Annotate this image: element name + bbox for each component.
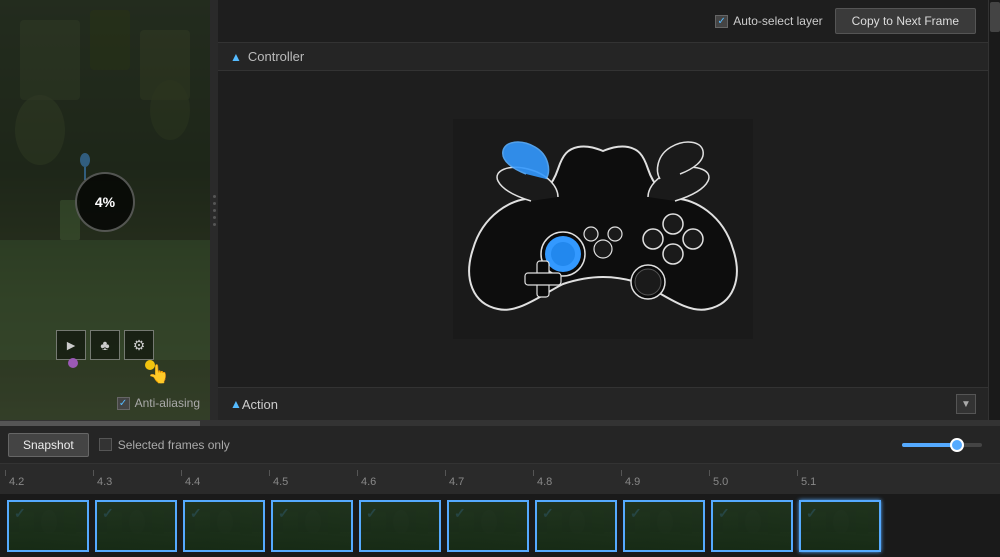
auto-select-checkbox[interactable]: ✓ — [715, 15, 728, 28]
frame-thumb-4.3: ✓ — [95, 500, 177, 552]
frame-thumb-4.2: ✓ — [7, 500, 89, 552]
icon-box-2: ♣ — [90, 330, 120, 360]
frame-thumb-5.0: ✓ — [711, 500, 793, 552]
frame-thumb-4.4: ✓ — [183, 500, 265, 552]
frame-thumb-4.6: ✓ — [359, 500, 441, 552]
main-layout: 4% ► ♣ ⚙ 👆 ✓ Anti-aliasing ✓ — [0, 0, 1000, 420]
action-section-header: ▲ Action ▼ — [218, 387, 988, 420]
ruler-mark-5.1: 5.1 — [797, 466, 885, 490]
divider-dot-5 — [213, 223, 216, 226]
selected-frames-row: Selected frames only — [99, 438, 230, 452]
ruler-mark-4.2: 4.2 — [5, 466, 93, 490]
anti-aliasing-checkbox[interactable]: ✓ — [117, 397, 130, 410]
copy-next-frame-button[interactable]: Copy to Next Frame — [835, 8, 976, 34]
snapshot-button[interactable]: Snapshot — [8, 433, 89, 457]
selected-frames-checkbox[interactable] — [99, 438, 112, 451]
mid-divider — [210, 0, 218, 420]
frame-item-4.5[interactable]: ✓ — [269, 500, 355, 552]
controller-section-header: ▲ Controller — [218, 42, 988, 71]
ruler-mark-4.9: 4.9 — [621, 466, 709, 490]
frame-item-4.4[interactable]: ✓ — [181, 500, 267, 552]
divider-dot-2 — [213, 202, 216, 205]
divider-dot-4 — [213, 216, 216, 219]
controller-section-label: Controller — [248, 49, 304, 64]
left-video-panel: 4% ► ♣ ⚙ 👆 ✓ Anti-aliasing — [0, 0, 210, 420]
divider-dot-3 — [213, 209, 216, 212]
frame-thumb-5.1: ✓ — [799, 500, 881, 552]
icon-box-3: ⚙ — [124, 330, 154, 360]
timeline-controls: Snapshot Selected frames only — [0, 426, 1000, 464]
timeline-frames: ✓ ✓ ✓ ✓ ✓ — [0, 494, 1000, 557]
timeline-zoom-slider[interactable] — [902, 443, 982, 447]
action-arrow-icon: ▲ — [230, 397, 242, 411]
timeline-marks: 4.2 4.3 4.4 4.5 4.6 4.7 4.8 4.9 5.0 5. — [0, 466, 885, 490]
slider-fill — [902, 443, 957, 447]
right-scrollbar[interactable] — [988, 0, 1000, 420]
bottom-timeline: Snapshot Selected frames only 4.2 4.3 4.… — [0, 420, 1000, 557]
frame-item-5.0[interactable]: ✓ — [709, 500, 795, 552]
video-background: 4% ► ♣ ⚙ 👆 — [0, 0, 210, 420]
frame-thumb-4.9: ✓ — [623, 500, 705, 552]
ruler-mark-4.8: 4.8 — [533, 466, 621, 490]
right-panel: ✓ Auto-select layer Copy to Next Frame ▲… — [218, 0, 988, 420]
frame-thumb-4.7: ✓ — [447, 500, 529, 552]
bottom-icons-row: ► ♣ ⚙ — [56, 330, 154, 360]
icon-box-1: ► — [56, 330, 86, 360]
action-dropdown-arrow[interactable]: ▼ — [956, 394, 976, 414]
ruler-mark-5.0: 5.0 — [709, 466, 797, 490]
percentage-display: 4% — [75, 172, 135, 232]
anti-aliasing-row: ✓ Anti-aliasing — [117, 396, 200, 410]
frame-item-4.3[interactable]: ✓ — [93, 500, 179, 552]
action-section-label: Action — [242, 397, 278, 412]
ruler-mark-4.7: 4.7 — [445, 466, 533, 490]
slider-thumb — [950, 438, 964, 452]
frame-item-4.6[interactable]: ✓ — [357, 500, 443, 552]
ruler-mark-4.4: 4.4 — [181, 466, 269, 490]
scrollbar-thumb — [990, 2, 1000, 32]
frame-thumb-4.8: ✓ — [535, 500, 617, 552]
dot-purple — [68, 358, 78, 368]
auto-select-row: ✓ Auto-select layer — [715, 14, 822, 28]
controller-display — [453, 119, 753, 339]
ruler-mark-4.5: 4.5 — [269, 466, 357, 490]
controller-area — [218, 71, 988, 387]
selected-frames-label: Selected frames only — [118, 438, 230, 452]
ruler-mark-4.3: 4.3 — [93, 466, 181, 490]
frame-item-4.2[interactable]: ✓ — [5, 500, 91, 552]
anti-aliasing-label: Anti-aliasing — [135, 396, 200, 410]
frame-item-5.1[interactable]: ✓ — [797, 500, 883, 552]
timeline-ruler: 4.2 4.3 4.4 4.5 4.6 4.7 4.8 4.9 5.0 5. — [0, 464, 1000, 494]
frame-thumb-4.5: ✓ — [271, 500, 353, 552]
slider-container — [902, 443, 992, 447]
auto-select-label: Auto-select layer — [733, 14, 822, 28]
controller-arrow-icon: ▲ — [230, 50, 242, 64]
ruler-mark-4.6: 4.6 — [357, 466, 445, 490]
cursor-icon: 👆 — [148, 364, 170, 385]
frame-item-4.7[interactable]: ✓ — [445, 500, 531, 552]
right-top-bar: ✓ Auto-select layer Copy to Next Frame — [218, 0, 988, 42]
divider-dot-1 — [213, 195, 216, 198]
frame-item-4.9[interactable]: ✓ — [621, 500, 707, 552]
timeline-scrollbar[interactable] — [0, 421, 1000, 426]
frame-item-4.8[interactable]: ✓ — [533, 500, 619, 552]
timeline-scroll-thumb — [0, 421, 200, 426]
